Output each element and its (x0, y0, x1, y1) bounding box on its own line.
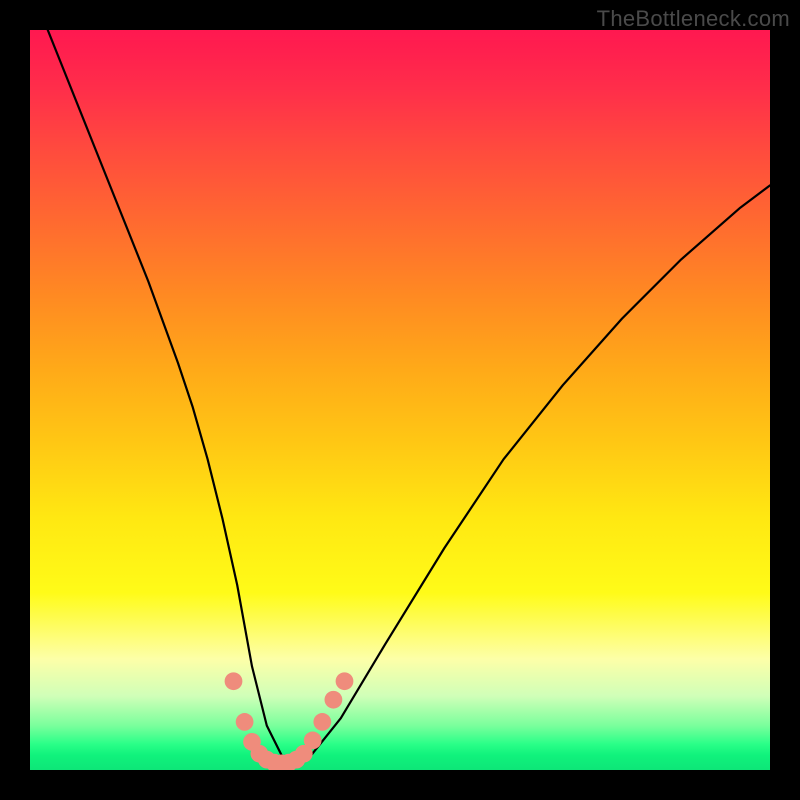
watermark-text: TheBottleneck.com (597, 6, 790, 32)
marker-dot (225, 672, 243, 690)
chart-svg (30, 30, 770, 770)
marker-dot (304, 732, 322, 750)
marker-layer (225, 672, 354, 770)
chart-frame: TheBottleneck.com (0, 0, 800, 800)
marker-dot (313, 713, 331, 731)
marker-dot (336, 672, 354, 690)
curve-bottleneck-curve (30, 30, 770, 763)
marker-dot (236, 713, 254, 731)
marker-dot (325, 691, 343, 709)
plot-area (30, 30, 770, 770)
curve-layer (30, 30, 770, 763)
